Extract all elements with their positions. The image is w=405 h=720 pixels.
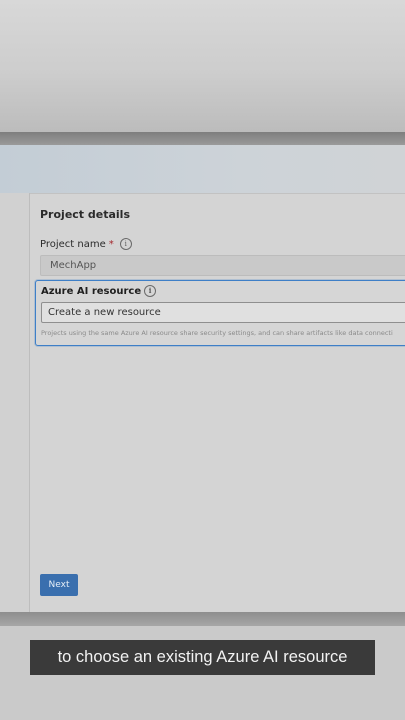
azure-resource-field-group: Azure AI resource i Create a new resourc… <box>35 280 405 346</box>
info-icon[interactable]: i <box>119 238 132 250</box>
project-name-input[interactable]: MechApp <box>40 255 405 276</box>
azure-resource-label-text: Azure AI resource <box>41 285 142 297</box>
background-top <box>0 0 405 132</box>
required-marker: * <box>108 238 114 250</box>
info-icon[interactable]: i <box>144 285 157 297</box>
azure-resource-label: Azure AI resource i <box>41 285 157 297</box>
project-name-label-text: Project name <box>40 238 106 250</box>
project-name-label: Project name * i <box>40 238 132 250</box>
video-caption: to choose an existing Azure AI resource <box>30 640 375 675</box>
azure-resource-select[interactable]: Create a new resource <box>41 302 405 323</box>
monitor-bezel-bottom <box>0 612 405 626</box>
page-header <box>0 145 405 194</box>
monitor-bezel-top <box>0 132 405 145</box>
azure-resource-help-text: Projects using the same Azure AI resourc… <box>41 329 393 337</box>
next-button[interactable]: Next <box>40 574 78 596</box>
app-screen: Project details Project name * i MechApp… <box>0 145 405 612</box>
left-navigation-panel <box>0 193 30 612</box>
section-title: Project details <box>40 208 130 221</box>
